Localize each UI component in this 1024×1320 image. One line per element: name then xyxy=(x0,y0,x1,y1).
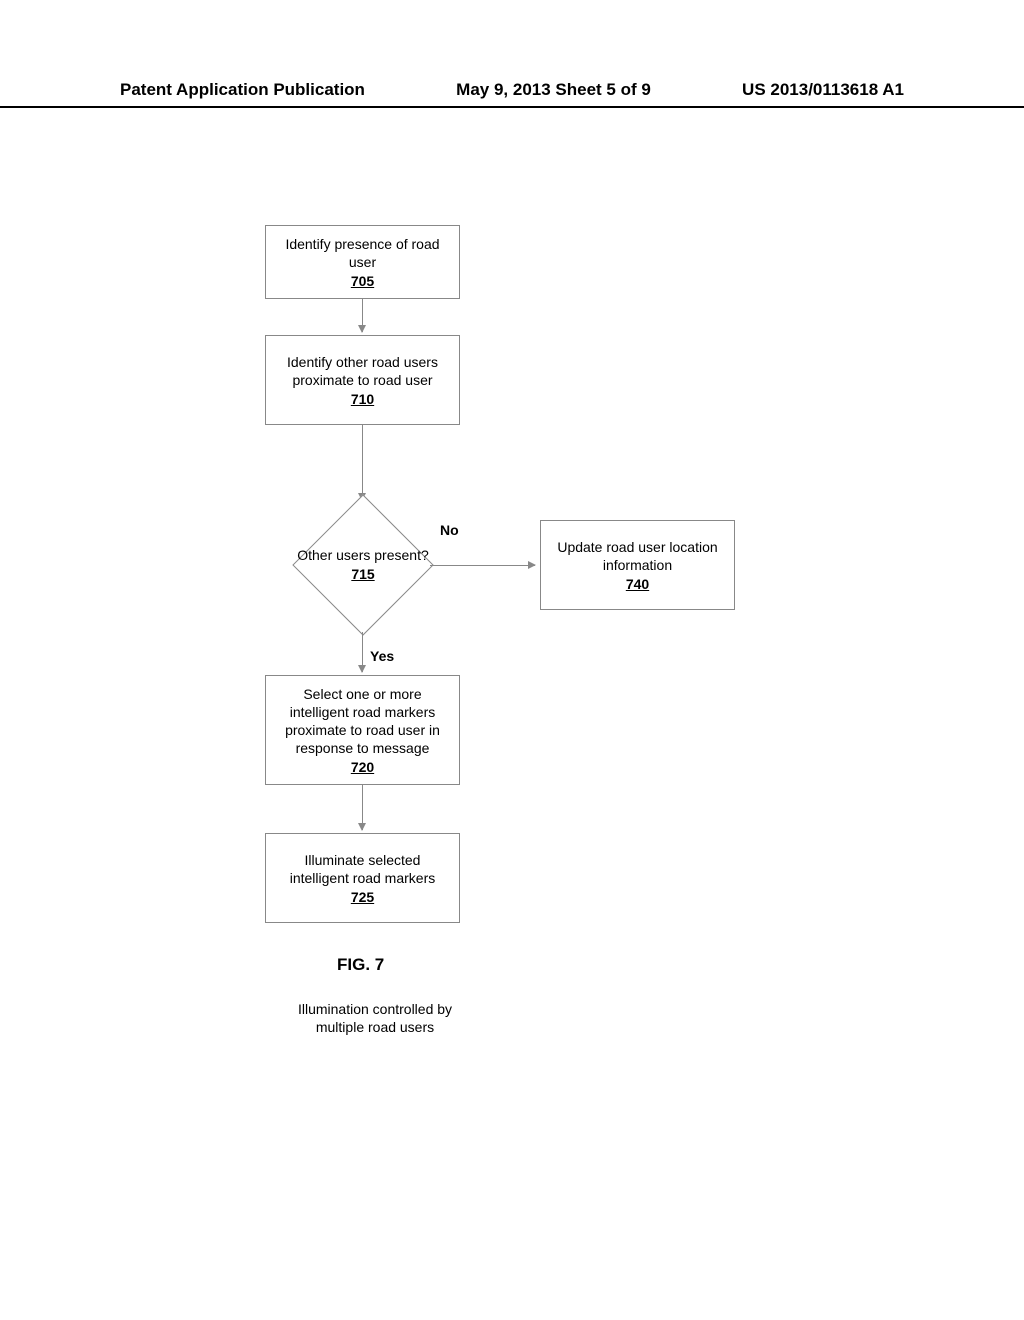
box-705-text: Identify presence of road user xyxy=(274,235,451,271)
flowchart: Identify presence of road user 705 Ident… xyxy=(0,200,1024,1200)
label-no: No xyxy=(440,522,459,538)
decision-715: Other users present? 715 xyxy=(293,495,433,635)
page-header: Patent Application Publication May 9, 20… xyxy=(0,80,1024,108)
box-705-num: 705 xyxy=(351,273,374,289)
box-720: Select one or more intelligent road mark… xyxy=(265,675,460,785)
header-right: US 2013/0113618 A1 xyxy=(742,80,904,100)
arrow-715-740 xyxy=(430,565,535,566)
arrow-710-715 xyxy=(362,425,363,500)
box-720-text: Select one or more intelligent road mark… xyxy=(274,685,451,758)
arrow-720-725 xyxy=(362,785,363,830)
header-center: May 9, 2013 Sheet 5 of 9 xyxy=(456,80,651,100)
caption: Illumination controlled by multiple road… xyxy=(285,1000,465,1036)
box-725-text: Illuminate selected intelligent road mar… xyxy=(274,851,451,887)
box-710: Identify other road users proximate to r… xyxy=(265,335,460,425)
arrow-705-710 xyxy=(362,299,363,332)
box-705: Identify presence of road user 705 xyxy=(265,225,460,299)
box-710-num: 710 xyxy=(351,391,374,407)
header-left: Patent Application Publication xyxy=(120,80,365,100)
decision-715-text: Other users present? xyxy=(297,547,429,564)
box-740-text: Update road user location information xyxy=(549,538,726,574)
box-725-num: 725 xyxy=(351,889,374,905)
box-740: Update road user location information 74… xyxy=(540,520,735,610)
box-725: Illuminate selected intelligent road mar… xyxy=(265,833,460,923)
arrow-715-720 xyxy=(362,632,363,672)
box-710-text: Identify other road users proximate to r… xyxy=(274,353,451,389)
label-yes: Yes xyxy=(370,648,394,664)
box-720-num: 720 xyxy=(351,759,374,775)
figure-label: FIG. 7 xyxy=(337,955,384,975)
decision-715-num: 715 xyxy=(351,566,374,583)
box-740-num: 740 xyxy=(626,576,649,592)
